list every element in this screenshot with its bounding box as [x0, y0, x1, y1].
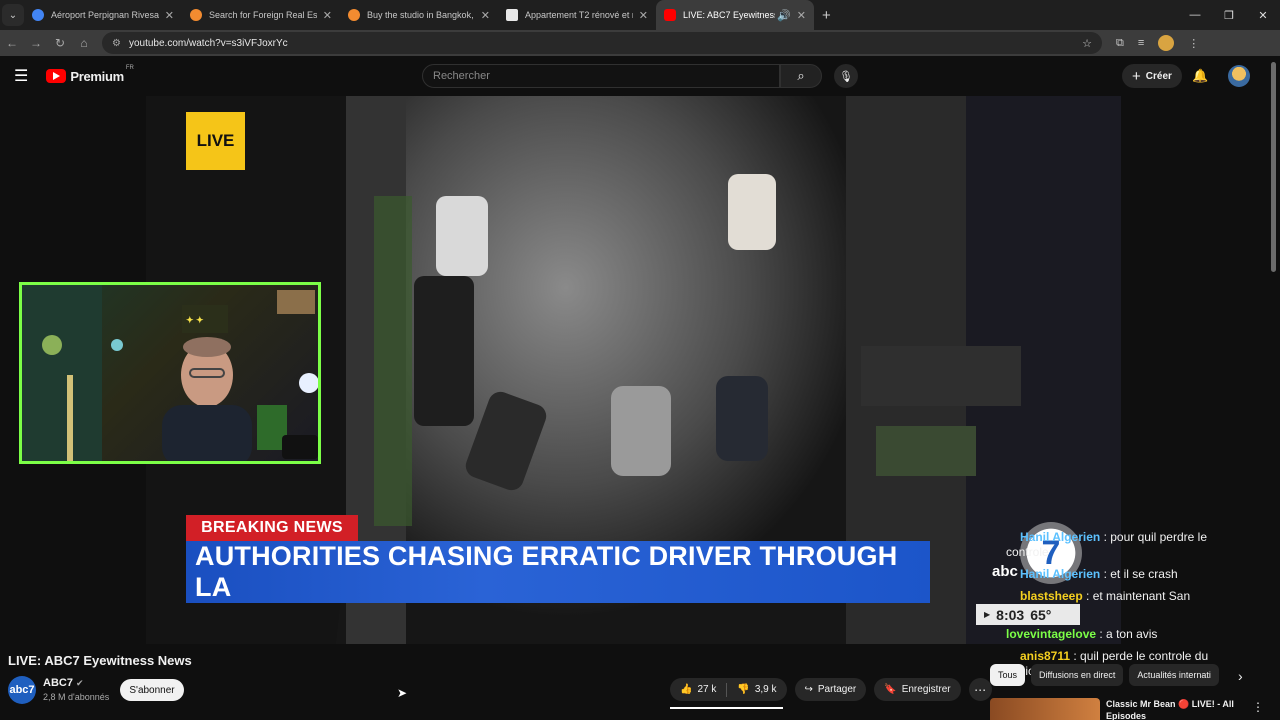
home-icon[interactable]: ⌂	[72, 36, 96, 50]
recommended-video[interactable]: Classic Mr Bean 🔴 LIVE! - All Episodes ⋮	[990, 698, 1265, 720]
plus-icon: +	[1132, 67, 1141, 85]
notifications-bell-icon[interactable]: 🔔	[1192, 68, 1208, 84]
close-tab-icon[interactable]: ✕	[165, 9, 174, 22]
browser-menu-icon[interactable]: ⋮	[1188, 37, 1199, 50]
user-avatar[interactable]	[1228, 65, 1250, 87]
recommended-thumbnail[interactable]	[990, 698, 1100, 720]
close-tab-icon[interactable]: ✕	[481, 9, 490, 22]
time-temperature-box: ▶ 8:03 65°	[976, 604, 1080, 625]
channel-avatar[interactable]: abc7	[8, 676, 36, 704]
create-button[interactable]: + Créer	[1122, 64, 1182, 88]
chip-international-news[interactable]: Actualités internati	[1129, 664, 1219, 686]
search-box[interactable]	[422, 64, 780, 88]
voice-search-button[interactable]: 🎙	[834, 64, 858, 88]
youtube-masthead: ☰ Premium FR ⌕ 🎙 + Créer 🔔	[0, 56, 1280, 96]
new-tab-icon[interactable]: +	[822, 7, 831, 24]
more-actions-icon[interactable]: ⋯	[968, 678, 992, 701]
bookmark-star-icon[interactable]: ☆	[1082, 37, 1092, 50]
chat-message: Hanil Algerien : et il se crash	[1020, 567, 1178, 581]
browser-tab-2[interactable]: Search for Foreign Real Estate ✕	[182, 0, 340, 30]
chat-message: lovevintagelove : a ton avis	[1006, 627, 1158, 641]
share-arrow-icon: ↪	[804, 684, 813, 695]
close-tab-icon[interactable]: ✕	[639, 9, 648, 22]
search-icon: ⌕	[797, 68, 805, 83]
more-options-icon[interactable]: ⋮	[1252, 700, 1264, 720]
browser-extensions: ⧉ ≡ ⋮	[1116, 35, 1199, 51]
profile-avatar-icon[interactable]	[1158, 35, 1175, 51]
browser-tab-5[interactable]: LIVE: ABC7 Eyewitness News 🔊 ✕	[656, 0, 814, 30]
menu-icon[interactable]: ☰	[14, 66, 28, 86]
chat-message: blastsheep : et maintenant San	[1020, 589, 1191, 603]
tab-favicon-icon	[190, 9, 202, 21]
microphone-icon: 🎙	[839, 70, 853, 83]
close-tab-icon[interactable]: ✕	[323, 9, 332, 22]
youtube-favicon-icon	[664, 9, 676, 21]
youtube-play-icon	[46, 69, 67, 83]
page-scrollbar[interactable]	[1271, 62, 1276, 272]
extensions-icon[interactable]: ⧉	[1116, 37, 1124, 50]
browser-tab-3[interactable]: Buy the studio in Bangkok, Tha ✕	[340, 0, 498, 30]
thumbs-up-icon: 👍	[680, 684, 693, 695]
like-progress-underline	[670, 707, 783, 709]
window-controls: — ❐ ✕	[1178, 0, 1280, 30]
chip-live-broadcasts[interactable]: Diffusions en direct	[1031, 664, 1124, 686]
channel-name[interactable]: ABC7 ✔	[43, 677, 84, 689]
media-control-icon[interactable]: ≡	[1138, 37, 1144, 49]
url-field[interactable]: ⚙ youtube.com/watch?v=s3iVFJoxrYc ☆	[102, 32, 1102, 54]
play-triangle-icon: ▶	[984, 610, 991, 619]
browser-tab-1[interactable]: Aéroport Perpignan Rivesaltes ✕	[24, 0, 182, 30]
minimize-icon[interactable]: —	[1178, 9, 1212, 21]
forward-icon[interactable]: →	[24, 36, 48, 50]
video-title: LIVE: ABC7 Eyewitness News	[8, 653, 192, 668]
mouse-cursor-icon: ➤	[397, 686, 408, 700]
url-text: youtube.com/watch?v=s3iVFJoxrYc	[128, 37, 288, 49]
verified-icon: ✔	[76, 678, 84, 688]
recommendation-chips: Tous Diffusions en direct Actualités int…	[990, 664, 1252, 686]
subscribe-button[interactable]: S'abonner	[120, 679, 184, 701]
news-headline: AUTHORITIES CHASING ERRATIC DRIVER THROU…	[186, 541, 930, 603]
svg-text:✦ ✦: ✦ ✦	[186, 315, 204, 325]
video-actions: 👍 27 k 👎 3,9 k ↪ Partager 🔖 Enregistrer …	[670, 678, 992, 701]
share-button[interactable]: ↪ Partager	[794, 678, 867, 701]
chat-message: Hanil Algerien : pour quil perdre le con…	[1006, 530, 1207, 559]
close-tab-icon[interactable]: ✕	[797, 9, 806, 22]
tab-favicon-icon	[506, 9, 518, 21]
chevron-right-icon[interactable]: ›	[1238, 668, 1243, 684]
thumbs-down-icon: 👎	[737, 684, 750, 695]
tab-search-icon[interactable]: ⌄	[2, 4, 24, 26]
bookmark-icon: 🔖	[884, 684, 897, 695]
like-dislike-group: 👍 27 k 👎 3,9 k	[670, 678, 787, 701]
back-icon[interactable]: ←	[0, 36, 24, 50]
search-button[interactable]: ⌕	[780, 64, 822, 88]
like-button[interactable]: 👍 27 k	[670, 684, 726, 695]
site-info-icon[interactable]: ⚙	[112, 38, 121, 49]
tab-favicon-icon	[348, 9, 360, 21]
live-badge: LIVE	[186, 112, 245, 170]
recommended-title[interactable]: Classic Mr Bean 🔴 LIVE! - All Episodes	[1106, 698, 1246, 720]
chip-all[interactable]: Tous	[990, 664, 1026, 686]
webcam-scene: ✦ ✦	[22, 285, 318, 461]
reload-icon[interactable]: ↻	[48, 36, 72, 50]
address-bar-row: ← → ↻ ⌂ ⚙ youtube.com/watch?v=s3iVFJoxrY…	[0, 30, 1280, 56]
dislike-button[interactable]: 👎 3,9 k	[727, 684, 786, 695]
search-input[interactable]	[433, 70, 753, 82]
restore-icon[interactable]: ❐	[1212, 9, 1246, 22]
subscriber-count: 2,8 M d'abonnés	[43, 692, 110, 702]
browser-tab-bar: ⌄ Aéroport Perpignan Rivesaltes ✕ Search…	[0, 0, 1280, 30]
speaker-icon[interactable]: 🔊	[777, 9, 791, 22]
breaking-news-banner: BREAKING NEWS	[186, 515, 358, 541]
save-button[interactable]: 🔖 Enregistrer	[874, 678, 961, 701]
streamer-webcam-overlay: K ✦ ✦	[19, 282, 321, 464]
youtube-premium-logo[interactable]: Premium FR	[46, 65, 134, 84]
tab-favicon-icon	[32, 9, 44, 21]
browser-tab-4[interactable]: Appartement T2 rénové et mei ✕	[498, 0, 656, 30]
close-window-icon[interactable]: ✕	[1246, 9, 1280, 22]
